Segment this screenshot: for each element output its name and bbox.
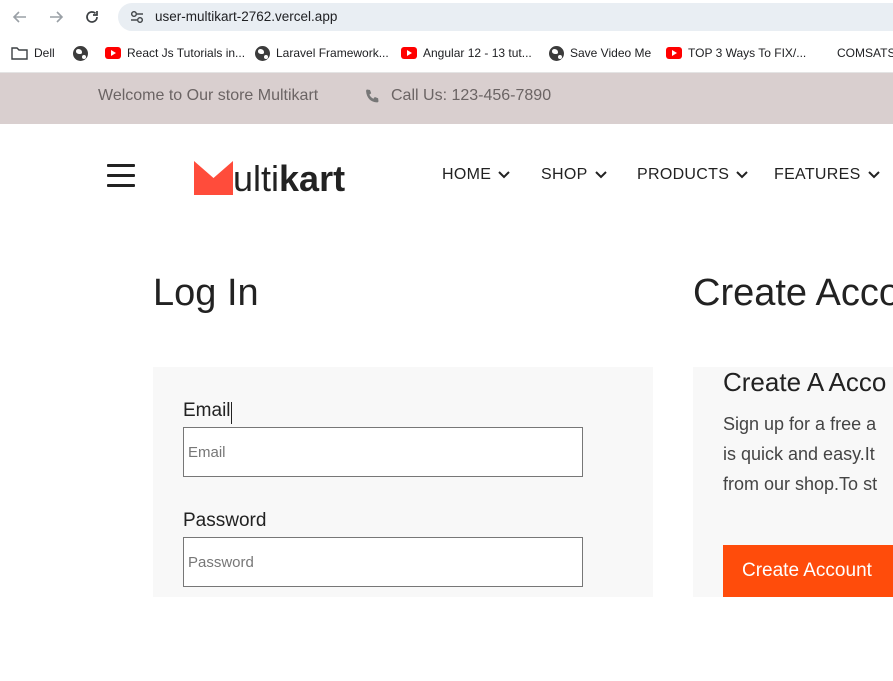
bookmark-label: Angular 12 - 13 tut... (423, 46, 532, 60)
nav-shop[interactable]: SHOP (541, 166, 608, 184)
address-bar[interactable]: user-multikart-2762.vercel.app (118, 3, 893, 31)
password-input[interactable] (183, 537, 583, 587)
bookmark-angular[interactable]: Angular 12 - 13 tut... (401, 44, 532, 62)
globe-icon (255, 45, 270, 61)
register-desc-line: Sign up for a free a (723, 414, 877, 434)
register-desc-line: from our shop.To st (723, 474, 878, 494)
bookmark-label: Dell (34, 46, 55, 60)
welcome-text: Welcome to Our store Multikart (98, 87, 319, 104)
call-info: Call Us: 123-456-7890 (364, 87, 551, 105)
top-strip: Welcome to Our store Multikart Call Us: … (0, 73, 893, 124)
logo-text: ultikart (233, 158, 346, 199)
folder-icon (11, 47, 28, 60)
bookmarks-bar: Dell React Js Tutorials in... Laravel Fr… (0, 34, 893, 73)
globe-icon (73, 45, 88, 61)
login-title: Log In (153, 272, 259, 314)
create-account-button[interactable]: Create Account (723, 545, 893, 597)
nav-home[interactable]: HOME (442, 166, 511, 184)
email-label: Email (183, 400, 231, 421)
globe-icon (549, 45, 564, 61)
youtube-icon (666, 47, 682, 59)
nav-label: SHOP (541, 166, 588, 183)
register-desc-line: is quick and easy.It (723, 444, 875, 464)
bookmark-label: TOP 3 Ways To FIX/... (688, 46, 807, 60)
call-text: Call Us: 123-456-7890 (391, 87, 552, 104)
site-info-icon[interactable] (128, 8, 146, 26)
register-panel: Create A Acco Sign up for a free a is qu… (693, 367, 893, 597)
login-form: Email Password (153, 367, 653, 597)
nav-label: HOME (442, 166, 492, 183)
register-subtitle: Create A Acco (723, 367, 887, 397)
bookmark-globe[interactable] (73, 44, 88, 62)
reload-button[interactable] (81, 6, 103, 28)
nav-label: FEATURES (774, 166, 861, 183)
nav-features[interactable]: FEATURES (774, 166, 881, 184)
bookmark-save-video[interactable]: Save Video Me (549, 44, 651, 62)
nav-products[interactable]: PRODUCTS (637, 166, 749, 184)
chevron-down-icon (594, 171, 607, 179)
bookmark-label: COMSATS (837, 46, 893, 60)
url-text: user-multikart-2762.vercel.app (155, 9, 338, 24)
hamburger-menu-icon[interactable] (107, 164, 135, 188)
reload-icon (86, 11, 98, 23)
bookmark-comsats[interactable]: COMSATS (837, 44, 893, 62)
password-label: Password (183, 510, 267, 531)
register-title: Create Acco (693, 272, 893, 314)
bookmark-laravel[interactable]: Laravel Framework... (255, 44, 389, 62)
chevron-down-icon (867, 171, 880, 179)
forward-arrow-icon (50, 11, 64, 23)
text-cursor (231, 402, 232, 424)
logo[interactable]: ultikart (194, 157, 345, 197)
chevron-down-icon (498, 171, 510, 179)
youtube-icon (105, 47, 121, 59)
logo-m-icon (194, 161, 233, 195)
chevron-down-icon (736, 171, 748, 179)
bookmark-label: Laravel Framework... (276, 46, 389, 60)
bookmark-label: React Js Tutorials in... (127, 46, 246, 60)
back-arrow-icon (12, 11, 26, 23)
forward-button[interactable] (45, 6, 67, 28)
back-button[interactable] (9, 6, 31, 28)
browser-toolbar: user-multikart-2762.vercel.app (0, 0, 893, 34)
nav-label: PRODUCTS (637, 166, 730, 183)
register-description: Sign up for a free a is quick and easy.I… (723, 409, 893, 499)
youtube-icon (401, 47, 417, 59)
bookmark-react[interactable]: React Js Tutorials in... (105, 44, 245, 62)
bookmark-dell[interactable]: Dell (11, 44, 55, 62)
bookmark-top3[interactable]: TOP 3 Ways To FIX/... (666, 44, 806, 62)
phone-icon (366, 89, 379, 102)
email-input[interactable] (183, 427, 583, 477)
bookmark-label: Save Video Me (570, 46, 652, 60)
